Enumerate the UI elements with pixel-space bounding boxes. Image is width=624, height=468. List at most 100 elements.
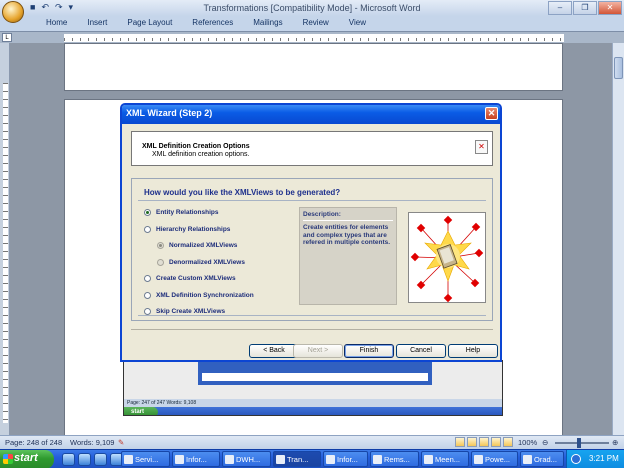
tray-icon[interactable] [571,454,581,464]
vertical-scrollbar[interactable] [612,43,624,435]
task-app-icon [373,455,382,464]
task-label: Tran... [287,455,309,464]
full-screen-view-icon[interactable] [467,437,477,447]
task-label: Orad... [534,455,557,464]
radio-option[interactable]: Skip Create XMLViews [144,308,225,315]
tab-page-layout[interactable]: Page Layout [117,16,182,31]
task-app-icon [124,455,133,464]
web-layout-view-icon[interactable] [479,437,489,447]
taskbar-task[interactable]: DWH... [222,451,271,467]
proofing-icon[interactable]: ✎ [118,438,124,447]
taskbar-task[interactable]: Tran... [273,451,321,467]
horizontal-ruler[interactable] [64,34,564,42]
taskbar-task[interactable]: Rems... [370,451,419,467]
radio-button[interactable] [144,275,151,282]
task-label: Servi... [135,455,159,464]
scroll-thumb[interactable] [614,57,623,79]
footer-divider [131,329,493,330]
embedded-taskbar: start [124,407,502,415]
radio-label: XML Definition Synchronization [156,291,254,299]
header-title: XML Definition Creation Options [142,143,250,150]
task-label: Infor... [337,455,358,464]
radio-option[interactable]: XML Definition Synchronization [144,291,254,299]
show-desktop-icon[interactable] [62,453,75,466]
taskbar-task[interactable]: Infor... [323,451,368,467]
radio-option[interactable]: Normalized XMLViews [157,242,237,249]
dialog-title: XML Wizard (Step 2) ✕ [122,105,500,124]
description-text: Create entities for elements and complex… [303,224,391,246]
entity-relationship-illustration [408,212,486,303]
print-layout-view-icon[interactable] [455,437,465,447]
help-button[interactable]: Help [448,344,498,358]
radio-button[interactable] [144,225,151,233]
radio-option[interactable]: Create Custom XMLViews [144,275,236,282]
radio-label: Entity Relationships [156,209,219,216]
ribbon-tabs: Home Insert Page Layout References Maili… [0,16,624,31]
taskbar-task[interactable]: Servi... [121,451,170,467]
maximize-button[interactable]: ❐ [573,1,597,15]
tab-review[interactable]: Review [293,16,339,31]
next-button[interactable]: Next > [293,344,343,358]
taskbar-task[interactable]: Infor... [172,451,220,467]
task-app-icon [276,455,285,464]
back-button[interactable]: < Back [249,344,299,358]
taskbar-task[interactable]: Meen... [421,451,469,467]
close-button[interactable]: ✕ [598,1,622,15]
word-count[interactable]: Words: 9,109 [70,438,114,447]
header-subtitle: XML definition creation options. [152,151,250,158]
office-button[interactable] [2,1,24,23]
description-panel: Description: Create entities for element… [299,207,397,305]
task-app-icon [424,455,433,464]
radio-option[interactable]: Hierarchy Relationships [144,225,230,233]
tab-view[interactable]: View [339,16,376,31]
finish-button[interactable]: Finish [344,344,394,358]
vertical-ruler[interactable] [0,43,10,435]
dialog-header-panel: XML Definition Creation Options XML defi… [131,131,493,166]
tab-references[interactable]: References [182,16,243,31]
quick-launch [62,453,123,466]
dialog-title-text: XML Wizard (Step 2) [126,108,213,118]
xml-definition-icon: ✕ [475,140,488,154]
xml-wizard-dialog: XML Wizard (Step 2) ✕ XML Definition Cre… [120,103,502,362]
zoom-slider-thumb[interactable] [577,438,581,448]
zoom-slider[interactable] [555,442,609,444]
radio-label: Skip Create XMLViews [156,308,226,315]
document-page-previous[interactable] [64,43,563,91]
cancel-button[interactable]: Cancel [396,344,446,358]
tab-insert[interactable]: Insert [77,16,117,31]
taskbar-task[interactable]: Orad... [520,451,564,467]
minimize-button[interactable]: – [548,1,572,15]
tab-selector-icon[interactable]: L [2,33,12,42]
dialog-close-button[interactable]: ✕ [485,107,498,120]
clock: 3:21 PM [589,454,619,463]
embedded-address-bar [202,373,428,381]
radio-label: Create Custom XMLViews [156,275,236,282]
radio-button[interactable] [144,308,151,315]
zoom-out-icon[interactable]: ⊖ [542,438,548,447]
draft-view-icon[interactable] [503,437,513,447]
zoom-in-icon[interactable]: ⊕ [612,438,618,447]
taskbar-task[interactable]: Powe... [471,451,518,467]
radio-option[interactable]: Denormalized XMLViews [157,258,245,266]
embedded-status-text: Page: 247 of 247 Words: 9,108 [124,399,502,407]
zoom-level[interactable]: 100% [518,438,537,447]
outline-view-icon[interactable] [491,437,501,447]
browser-icon[interactable] [78,453,91,466]
status-bar: Page: 248 of 248 Words: 9,109 ✎ 100% ⊖ ⊕ [0,435,624,449]
radio-button[interactable] [157,258,164,266]
task-app-icon [523,455,532,464]
radio-option[interactable]: Entity Relationships [144,209,218,216]
media-icon[interactable] [94,453,107,466]
tab-mailings[interactable]: Mailings [243,16,292,31]
page-count[interactable]: Page: 248 of 248 [5,438,62,447]
start-button[interactable]: start [0,450,54,468]
radio-button[interactable] [144,209,151,216]
task-label: DWH... [236,455,261,464]
radio-button[interactable] [157,242,164,249]
radio-button[interactable] [144,291,151,299]
task-label: Rems... [384,455,410,464]
task-app-icon [474,455,483,464]
task-app-icon [175,455,184,464]
window-title: Transformations [Compatibility Mode] - M… [203,3,421,13]
tab-home[interactable]: Home [36,16,77,31]
